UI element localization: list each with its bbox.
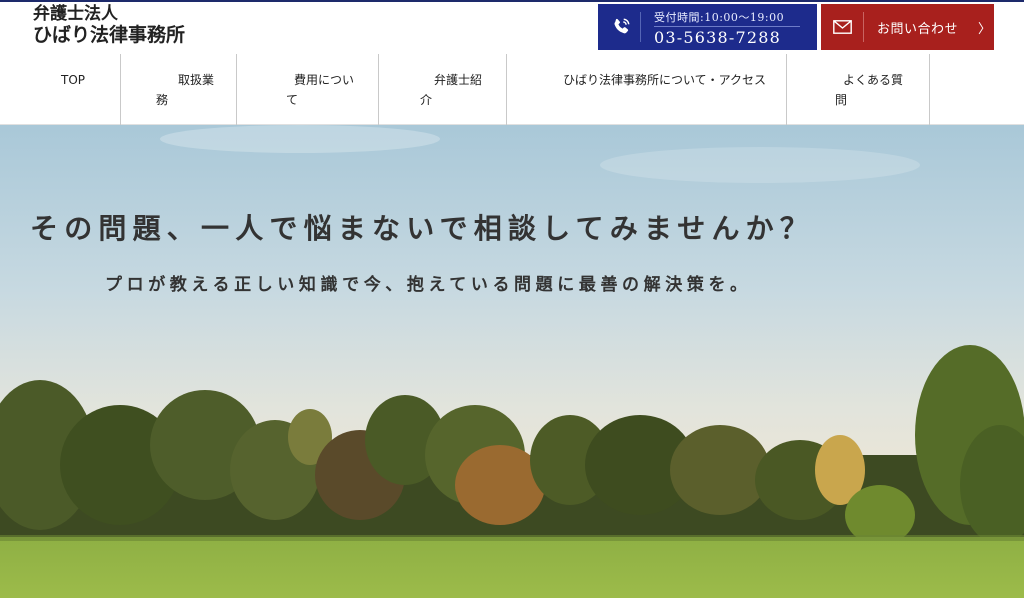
nav-item-label: 費用について [286, 73, 355, 107]
contact-label: お問い合わせ [877, 22, 959, 37]
hero-background-image [0, 125, 1024, 598]
nav-item-label: 弁護士紹介 [420, 73, 483, 107]
nav-item-faq[interactable]: よくある質問 [787, 54, 930, 125]
nav-item-top[interactable]: TOP [0, 54, 121, 125]
phone-divider [640, 12, 641, 42]
phone-number[interactable]: 03-5638-7288 [654, 28, 781, 47]
site-header: 弁護士法人 ひばり法律事務所 受付時間:10:00～19:00 03-5638-… [0, 2, 1024, 54]
contact-button[interactable]: お問い合わせ 〉 [821, 4, 994, 50]
logo-line2: ひばり法律事務所 [33, 24, 186, 46]
main-nav: TOP 取扱業務 費用について 弁護士紹介 ひばり法律事務所について・アクセス … [0, 54, 1024, 125]
contact-divider [863, 12, 864, 42]
phone-icon [614, 18, 630, 34]
hero-headline: その問題、一人で悩まないで相談してみませんか？ [30, 212, 815, 245]
nav-item-practice-areas[interactable]: 取扱業務 [121, 54, 237, 125]
nav-item-lawyers[interactable]: 弁護士紹介 [379, 54, 507, 125]
logo-line1: 弁護士法人 [33, 4, 118, 24]
nav-item-fees[interactable]: 費用について [237, 54, 379, 125]
mail-icon [833, 20, 852, 34]
hero-section: その問題、一人で悩まないで相談してみませんか？ プロが教える正しい知識で今、抱え… [0, 125, 1024, 598]
phone-rule [654, 26, 800, 27]
nav-item-label: よくある質問 [835, 73, 904, 107]
site-logo[interactable]: 弁護士法人 ひばり法律事務所 [33, 4, 185, 46]
phone-contact-box[interactable]: 受付時間:10:00～19:00 03-5638-7288 [598, 4, 817, 50]
nav-item-label: 取扱業務 [156, 73, 215, 107]
nav-item-label: ひばり法律事務所について・アクセス [563, 73, 767, 87]
business-hours: 受付時間:10:00～19:00 [654, 11, 785, 24]
nav-item-about-access[interactable]: ひばり法律事務所について・アクセス [507, 54, 787, 125]
nav-item-label: TOP [61, 73, 86, 87]
chevron-right-icon: 〉 [978, 22, 992, 37]
hero-subheadline: プロが教える正しい知識で今、抱えている問題に最善の解決策を。 [105, 275, 752, 295]
